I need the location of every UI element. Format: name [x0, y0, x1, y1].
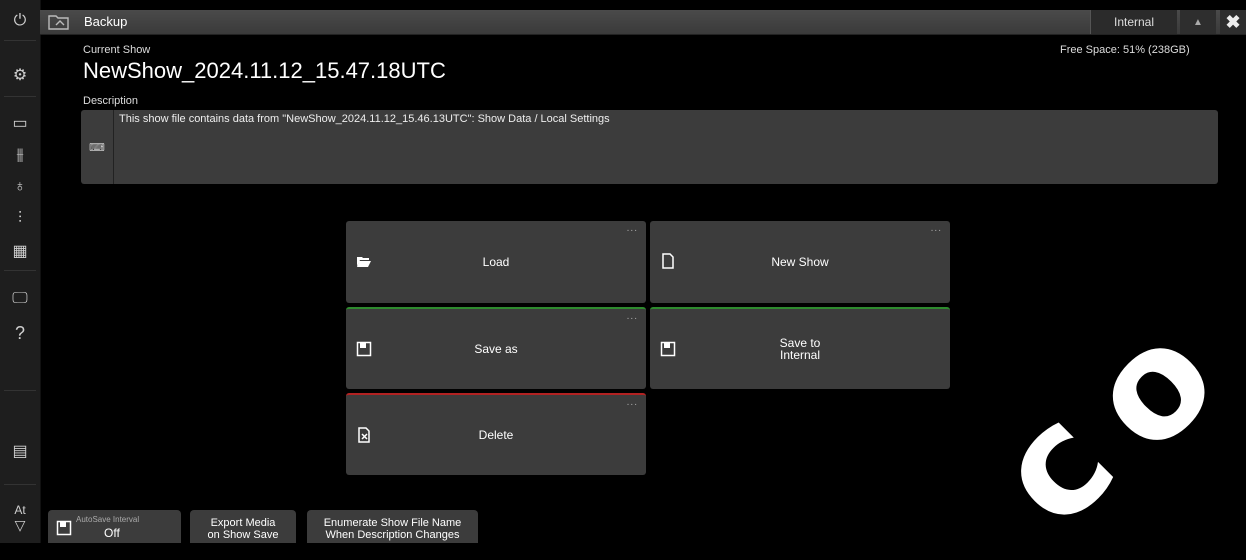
channel-sliders-icon[interactable]: ⫶: [0, 204, 40, 234]
delete-label: Delete: [478, 428, 514, 442]
new-show-label: New Show: [771, 255, 829, 269]
current-show-label: Current Show: [83, 44, 151, 56]
load-label: Load: [482, 255, 510, 269]
new-show-button[interactable]: ... New Show: [650, 221, 950, 303]
sidebar-divider: [4, 484, 36, 485]
sidebar-divider: [4, 96, 36, 97]
enumerate-show-file-toggle[interactable]: Enumerate Show File Name When Descriptio…: [307, 510, 478, 543]
backup-folder-icon: [48, 13, 70, 31]
export-media-toggle[interactable]: Export Media on Show Save: [190, 510, 296, 543]
save-to-internal-line2: Internal: [779, 348, 821, 362]
close-icon[interactable]: ✖: [1220, 10, 1246, 34]
eject-icon[interactable]: ▲: [1180, 10, 1216, 34]
enumerate-line1: Enumerate Show File Name: [323, 517, 462, 529]
grid-icon[interactable]: ▦: [0, 236, 40, 266]
free-space: Free Space: 51% (238GB): [1060, 44, 1190, 56]
description-field[interactable]: ⌨ This show file contains data from "New…: [81, 110, 1218, 184]
sidebar-divider: [4, 270, 36, 271]
save-to-internal-label: Save to Internal: [650, 309, 950, 389]
sheet-icon[interactable]: ▤: [0, 436, 40, 466]
window-title: Backup: [84, 14, 128, 29]
save-icon: [56, 520, 72, 539]
export-media-line2: on Show Save: [207, 529, 279, 541]
monitor-icon[interactable]: 🖵: [0, 284, 40, 314]
help-icon[interactable]: ?: [0, 318, 40, 348]
sidebar: ⏻ ⚙ ▭ ⫵ ♁ ⫶ ▦ 🖵 ? ▤ At ▽: [0, 0, 41, 543]
window-icon[interactable]: ▭: [0, 108, 40, 138]
fixture-icon[interactable]: ♁: [0, 172, 40, 202]
autosave-interval-button[interactable]: AutoSave Interval Off: [48, 510, 181, 543]
export-media-line1: Export Media: [210, 517, 276, 529]
power-icon[interactable]: ⏻: [0, 6, 40, 36]
faders-icon[interactable]: ⫵: [0, 140, 40, 170]
delete-button[interactable]: ... Delete: [346, 393, 646, 475]
description-label: Description: [83, 95, 139, 107]
save-to-internal-button[interactable]: Save to Internal: [650, 307, 950, 389]
autosave-interval-label: AutoSave Interval: [76, 515, 140, 524]
funnel-icon: ▽: [14, 516, 26, 533]
keyboard-icon[interactable]: ⌨: [81, 110, 114, 184]
gear-icon[interactable]: ⚙: [0, 60, 40, 90]
at-label: At: [14, 502, 26, 517]
save-as-button[interactable]: ... Save as: [346, 307, 646, 389]
sidebar-divider: [4, 40, 36, 41]
enumerate-line2: When Description Changes: [325, 529, 460, 541]
destination-select[interactable]: Internal: [1090, 10, 1177, 34]
autosave-interval-value: Off: [104, 526, 120, 540]
load-button[interactable]: ... Load: [346, 221, 646, 303]
description-text: This show file contains data from "NewSh…: [119, 113, 610, 125]
show-name: NewShow_2024.11.12_15.47.18UTC: [83, 58, 446, 83]
title-bar: Backup: [40, 10, 1246, 35]
help-label: ?: [14, 322, 25, 343]
filter-icon[interactable]: At ▽: [0, 498, 40, 538]
save-as-label: Save as: [474, 342, 518, 356]
sidebar-divider: [4, 390, 36, 391]
